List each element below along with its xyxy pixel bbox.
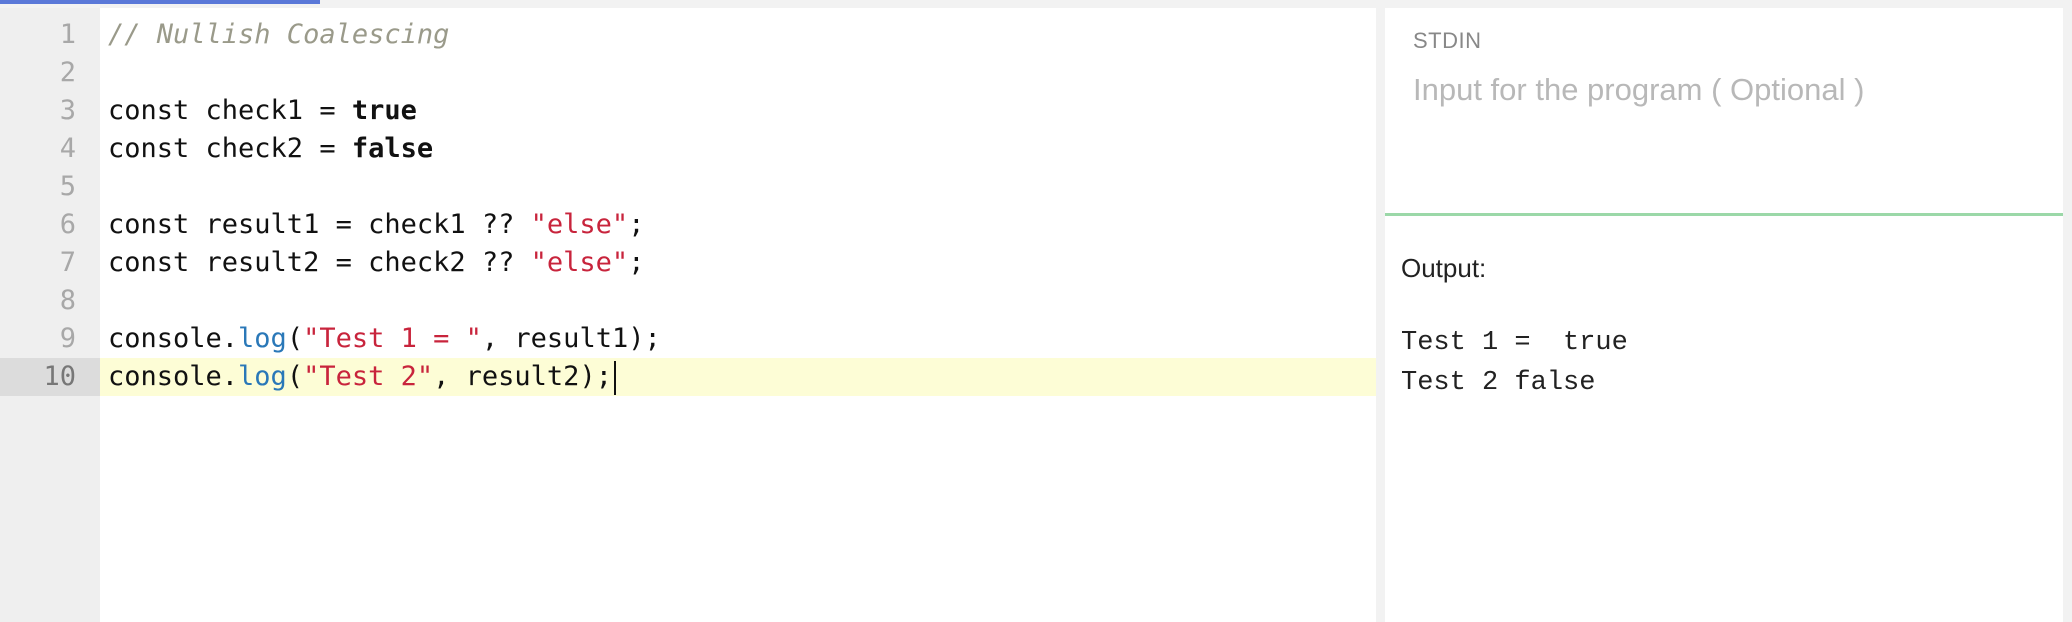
code-token-plain: const result2 = check2 ?? [108,247,531,278]
code-token-plain: const check2 = [108,133,352,164]
code-line[interactable]: const result1 = check1 ?? "else"; [108,206,1376,244]
line-number: 10 [0,358,100,396]
code-token-str: "Test 2" [303,361,434,392]
code-line[interactable]: console.log("Test 1 = ", result1); [108,320,1376,358]
stdin-section: STDIN [1385,8,2063,216]
code-line[interactable]: const check1 = true [108,92,1376,130]
stdin-label: STDIN [1413,28,1482,53]
code-token-plain: const check1 = [108,95,352,126]
line-number: 7 [59,247,76,278]
code-line[interactable]: const check2 = false [108,130,1376,168]
code-line[interactable] [108,168,1376,206]
code-token-plain: ( [286,323,304,354]
stdin-input[interactable] [1413,72,2033,192]
code-token-plain: console. [108,361,239,392]
output-console: Test 1 = true Test 2 false [1401,323,1628,403]
line-number: 8 [59,285,76,316]
line-number: 3 [59,95,76,126]
code-line[interactable]: // Nullish Coalescing [108,16,1376,54]
line-number: 1 [59,19,76,50]
code-token-str: "else" [530,209,629,240]
code-line-active[interactable]: console.log("Test 2", result2); [100,358,1376,396]
code-token-plain: const result1 = check1 ?? [108,209,531,240]
code-token-kw: true [351,95,417,126]
code-line[interactable]: const result2 = check2 ?? "else"; [108,244,1376,282]
line-number: 2 [59,57,76,88]
code-token-plain: , result2); [433,361,612,392]
line-number: 6 [59,209,76,240]
code-token-plain: ; [628,209,645,240]
code-token-plain: , result1); [481,323,661,354]
code-token-str: "else" [530,247,629,278]
output-line: Test 2 false [1401,368,1596,398]
code-token-str: "Test 1 = " [303,323,482,354]
line-number: 9 [59,323,76,354]
io-panel: STDIN Output: Test 1 = true Test 2 false [1385,8,2063,622]
line-number: 4 [59,133,76,164]
code-line[interactable] [108,282,1376,320]
output-line: Test 1 = true [1401,328,1628,358]
loading-progress-bar [0,0,320,4]
code-token-prop: log [238,361,287,392]
code-token-prop: log [238,323,287,354]
code-token-plain: ; [628,247,645,278]
code-token-plain: console. [108,323,239,354]
code-token-comment: // Nullish Coalescing [108,19,450,50]
line-number: 5 [59,171,76,202]
output-label: Output: [1401,253,1487,283]
code-line[interactable] [108,54,1376,92]
code-token-kw: false [351,133,434,164]
code-editor[interactable]: 1 // Nullish Coalescing 2 3 const check1 = t… [0,8,1376,622]
text-cursor [613,360,616,395]
code-token-plain: ( [286,361,304,392]
